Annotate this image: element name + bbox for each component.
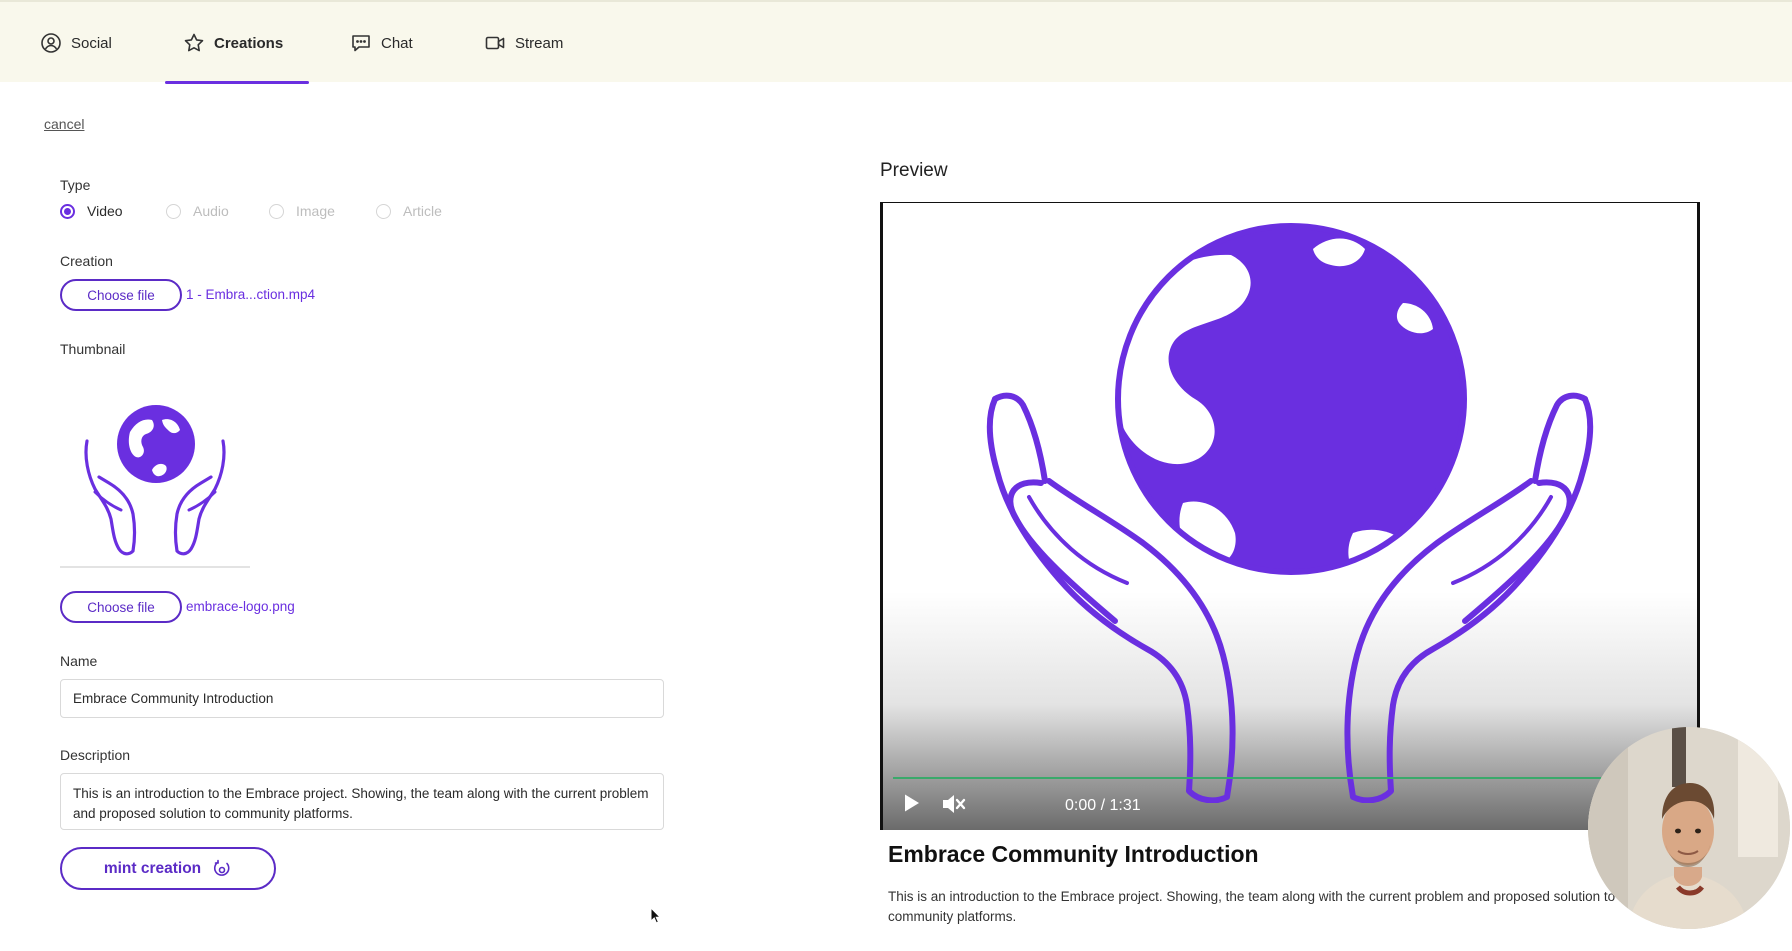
creation-label: Creation [60,253,113,269]
chat-bubble-icon [350,32,372,54]
mint-coin-icon [212,859,232,879]
video-camera-icon [484,32,506,54]
preview-heading: Preview [880,160,948,181]
globe-hands-artwork [986,223,1594,803]
tab-label: Social [71,34,112,52]
radio-label: Image [296,203,335,219]
radio-audio[interactable]: Audio [166,203,269,219]
description-textarea[interactable]: This is an introduction to the Embrace p… [60,773,664,830]
radio-label: Article [403,203,442,219]
thumbnail-file-name: embrace-logo.png [186,599,295,614]
muted-speaker-icon [941,793,967,820]
radio-button[interactable] [166,203,181,219]
thumbnail-preview [60,380,250,568]
tab-label: Stream [515,34,564,52]
play-icon [903,793,921,818]
tab-social[interactable]: Social [40,2,112,84]
video-player[interactable]: 0:00 / 1:31 [880,202,1700,830]
radio-button[interactable] [269,203,284,219]
video-description: This is an introduction to the Embrace p… [888,889,1616,924]
video-time: 0:00 / 1:31 [1065,797,1141,814]
tab-label: Creations [214,34,284,52]
name-input[interactable]: Embrace Community Introduction [60,679,664,718]
tab-creations[interactable]: Creations [164,2,310,84]
mouse-cursor-icon [650,906,662,929]
tab-chat[interactable]: Chat [350,2,413,84]
mute-button[interactable] [941,793,967,820]
radio-image[interactable]: Image [269,203,376,219]
radio-button[interactable] [60,203,75,219]
webcam-overlay [1588,727,1790,929]
radio-article[interactable]: Article [376,203,442,219]
thumbnail-choose-file-button[interactable]: Choose file [60,591,182,623]
mint-creation-button[interactable]: mint creation [60,847,276,890]
radio-label: Audio [193,203,229,219]
thumbnail-label: Thumbnail [60,341,126,357]
play-button[interactable] [903,793,921,818]
presenter-avatar [1588,727,1790,929]
radio-label: Video [87,203,123,219]
description-label: Description [60,747,131,763]
radio-video[interactable]: Video [60,203,166,219]
radio-button[interactable] [376,203,391,219]
type-label: Type [60,177,91,193]
type-radio-group: Video Audio Image Article [60,203,442,219]
cancel-link[interactable]: cancel [44,116,84,132]
creation-file-name: 1 - Embra...ction.mp4 [186,287,316,302]
name-label: Name [60,653,98,669]
video-progress-bar[interactable] [893,777,1601,779]
creation-choose-file-button[interactable]: Choose file [60,279,182,311]
star-icon [183,32,205,54]
tab-stream[interactable]: Stream [484,2,563,84]
globe-hands-logo [84,405,226,556]
user-circle-icon [40,32,62,54]
mint-button-label: mint creation [103,859,202,877]
top-nav: Social Creations Chat Stream [0,0,1792,84]
tab-label: Chat [381,34,413,52]
video-title: Embrace Community Introduction [888,841,1259,867]
